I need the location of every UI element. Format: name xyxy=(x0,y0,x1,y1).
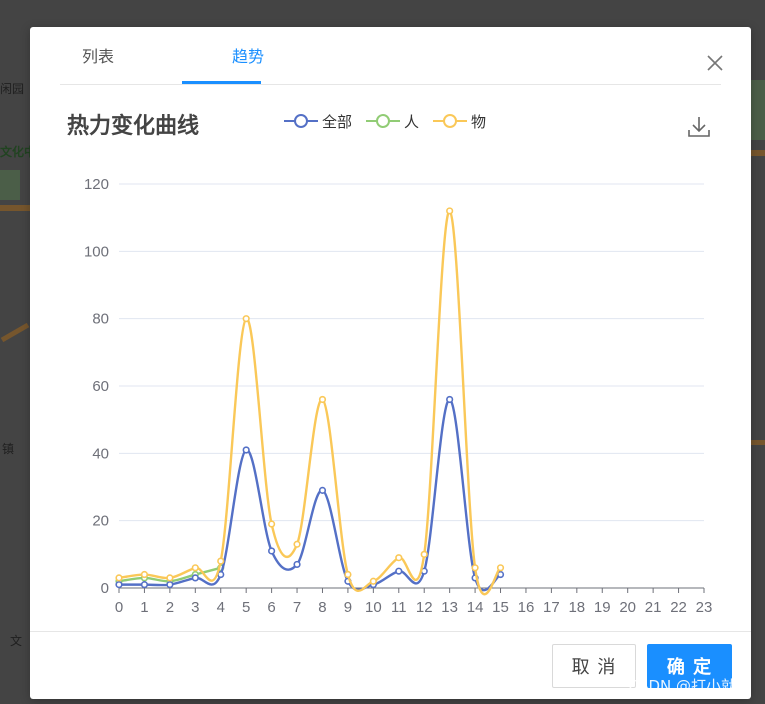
x-tick-label: 19 xyxy=(594,599,611,616)
y-tick-label: 40 xyxy=(92,445,109,462)
x-tick-label: 7 xyxy=(293,599,301,616)
data-point xyxy=(293,540,301,548)
data-point xyxy=(496,564,505,572)
data-point xyxy=(318,486,327,494)
data-point xyxy=(293,560,301,569)
data-point xyxy=(242,315,250,323)
x-tick-label: 2 xyxy=(166,599,174,616)
x-tick-label: 1 xyxy=(140,599,148,616)
x-tick-label: 11 xyxy=(391,599,407,616)
data-point xyxy=(217,557,225,565)
data-point xyxy=(191,564,199,572)
data-point xyxy=(446,207,454,215)
data-point xyxy=(344,570,352,579)
x-tick-label: 20 xyxy=(619,599,636,616)
y-tick-label: 80 xyxy=(92,311,109,328)
y-tick-label: 20 xyxy=(92,513,109,530)
data-point xyxy=(166,574,174,582)
line-chart: 0204060801001200 1 2 3 4 5 6 7 8 9 10 11 12 13 14 15 16 1… xyxy=(84,176,713,616)
series-line-0 xyxy=(119,398,502,592)
x-tick-label: 0 xyxy=(115,599,123,616)
data-point xyxy=(369,577,377,585)
y-tick-label: 60 xyxy=(92,378,109,395)
data-point xyxy=(140,581,149,589)
data-point xyxy=(395,554,403,562)
x-tick-label: 4 xyxy=(217,599,225,616)
trend-dialog: 列表 趋势 热力变化曲线 全部 人 物 0 20 40 60 80 100 12… xyxy=(30,27,751,699)
watermark: CSDN @打小就霸 xyxy=(628,677,751,695)
x-tick-label: 12 xyxy=(416,599,433,616)
data-point xyxy=(242,446,250,454)
x-tick-label: 5 xyxy=(242,599,250,616)
footer-divider xyxy=(30,631,751,632)
data-point xyxy=(446,395,454,404)
x-tick-label: 8 xyxy=(318,599,326,616)
series-line-2 xyxy=(118,209,502,596)
data-point xyxy=(420,550,428,558)
data-point xyxy=(471,564,479,572)
data-point xyxy=(115,581,123,589)
x-tick-label: 22 xyxy=(670,599,687,616)
y-tick-label: 120 xyxy=(84,176,109,193)
x-tick-label: 3 xyxy=(191,599,199,616)
x-tick-label: 17 xyxy=(543,599,560,616)
data-point xyxy=(166,581,174,589)
data-point xyxy=(395,567,403,575)
x-tick-label: 13 xyxy=(441,599,458,616)
x-tick-label: 15 xyxy=(492,599,509,616)
y-tick-label: 100 xyxy=(84,243,109,260)
x-tick-label: 16 xyxy=(518,599,535,616)
x-tick-label: 18 xyxy=(568,599,585,616)
y-tick-label: 0 xyxy=(101,580,109,597)
cancel-button[interactable]: 取 消 xyxy=(552,644,636,688)
x-tick-label: 10 xyxy=(365,599,382,616)
x-tick-label: 6 xyxy=(267,599,275,616)
x-tick-label: 21 xyxy=(645,599,662,616)
data-point xyxy=(191,574,199,582)
data-point xyxy=(268,520,276,528)
x-tick-label: 9 xyxy=(344,599,352,616)
x-tick-label: 23 xyxy=(696,599,713,616)
x-tick-label: 14 xyxy=(467,599,484,616)
data-point xyxy=(140,570,149,579)
data-point xyxy=(318,395,327,404)
data-point xyxy=(115,574,123,582)
data-point xyxy=(268,547,276,555)
